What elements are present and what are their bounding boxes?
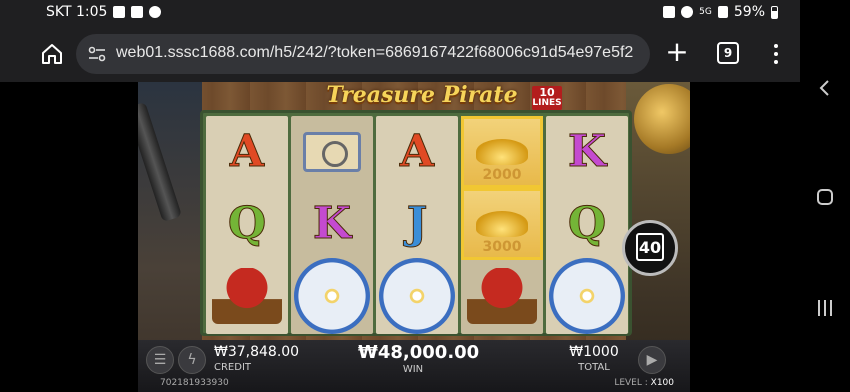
win-label: WIN [402,364,424,375]
carrier-time: SKT 1:05 [46,4,108,20]
reel-cell: Q [206,188,288,260]
win-amount: ₩48,000.00 [358,342,480,363]
reel-cell [291,258,373,334]
level-value: X100 [650,378,674,388]
lines-badge-label: LINES [532,98,562,108]
phone-screen: SKT 1:05 5G 59% web01.sssc1688.com/h5/24… [0,0,850,392]
total-bet-amount[interactable]: ₩1000 [564,344,624,360]
reel-cell: K [546,116,628,188]
new-tab-button[interactable]: + [664,38,690,66]
reel-cell: K [291,188,373,260]
chat-icon [149,6,162,18]
reel-cell: Q [546,188,628,260]
symbol-q: Q [227,198,267,249]
compass-icon [294,258,370,334]
level-indicator: LEVEL : X100 [614,378,674,388]
browser-toolbar: web01.sssc1688.com/h5/242/?token=6869167… [0,26,800,82]
treasure-map-icon [303,132,361,172]
pirate-ship-icon [467,268,537,324]
spin-button-icon[interactable]: ▶ [638,346,666,374]
spyglass-icon [138,101,183,223]
site-settings-icon[interactable] [88,46,106,62]
lines-select-value: 40 [636,233,664,261]
signal-icon [717,6,728,18]
lines-badge-number: 10 [539,86,555,99]
home-icon[interactable] [40,42,64,66]
lines-select-button[interactable]: 40 [622,220,678,276]
level-label: LEVEL : [614,378,648,388]
lines-badge: 10 LINES [532,86,562,110]
gold-cell: 3000 [461,188,543,260]
reel-4: 2000 3000 [461,116,543,334]
menu-icon[interactable]: ☰ [146,346,174,374]
reel-cell [546,258,628,334]
reels-frame: A Q K A J 2000 3000 K Q [200,110,632,336]
reel-5: K Q [546,116,628,334]
reel-2: K [291,116,373,334]
reel-cell: J [376,188,458,260]
symbol-k: K [312,198,352,249]
pirate-ship-icon [212,268,282,324]
turbo-icon[interactable]: ϟ [178,346,206,374]
url-text[interactable]: web01.sssc1688.com/h5/242/?token=6869167… [116,44,646,62]
globe-icon [634,84,690,154]
control-panel: ☰ ϟ ₩37,848.00 CREDIT ₩48,000.00 WIN ₩10… [138,340,690,392]
reel-1: A Q [206,116,288,334]
reel-cell: A [206,116,288,188]
address-bar[interactable]: web01.sssc1688.com/h5/242/?token=6869167… [76,34,650,74]
credit-amount: ₩37,848.00 [214,344,300,360]
home-nav-icon[interactable] [813,185,837,209]
symbol-j: J [406,198,428,249]
reel-cell: A [376,116,458,188]
reel-cell [461,260,543,332]
gold-value: 2000 [482,167,522,183]
compass-icon [379,258,455,334]
gold-coins-icon [476,211,528,237]
more-menu-icon[interactable] [768,42,784,66]
symbol-q: Q [567,198,607,249]
compass-icon [549,258,625,334]
total-bet-label: TOTAL [578,362,610,373]
slot-game: Treasure Pirate 10 LINES A Q K A J 2000 … [138,82,690,392]
battery-icon [771,5,778,19]
game-round-id: 702181933930 [160,378,229,388]
recents-icon[interactable] [813,296,837,320]
battery-percent: 59% [733,4,765,20]
reel-cell [376,258,458,334]
mute-icon [681,6,694,18]
gold-value: 3000 [482,239,522,255]
system-nav-bar [800,0,850,392]
notification-b-icon [113,6,126,18]
reel-cell [291,116,373,188]
reel-cell [206,260,288,332]
gold-cell: 2000 [461,116,543,188]
symbol-a: A [229,126,265,177]
status-left: SKT 1:05 [46,4,162,20]
game-title-banner: Treasure Pirate [306,82,538,112]
symbol-a: A [399,126,435,177]
alarm-icon [663,6,676,18]
status-right: 5G 59% [663,4,778,20]
status-bar: SKT 1:05 5G 59% [0,0,800,26]
reel-3: A J [376,116,458,334]
symbol-k: K [567,126,607,177]
gold-coins-icon [476,139,528,165]
tab-switcher-button[interactable]: 9 [717,42,739,64]
network-type: 5G [699,7,712,17]
game-title: Treasure Pirate [326,82,518,108]
credit-label: CREDIT [214,362,252,373]
gallery-icon [131,6,144,18]
back-icon[interactable] [813,76,837,100]
